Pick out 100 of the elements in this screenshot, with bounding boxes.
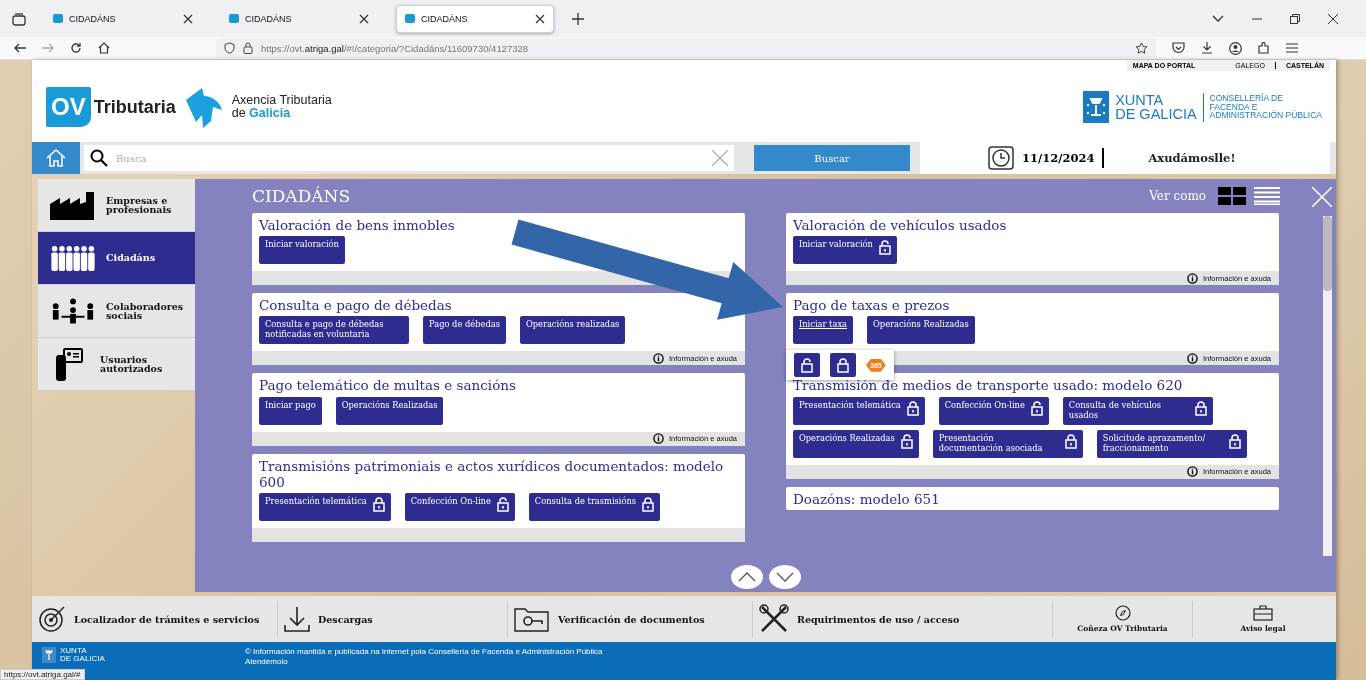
service-button[interactable]: Presentación documentación asociada [932, 429, 1083, 458]
sidebar-item[interactable]: Usuarios autorizados [38, 338, 195, 391]
open-padlock-icon [801, 357, 813, 373]
footer-link[interactable]: Localizador de trámites e servicios [32, 601, 278, 637]
favicon-icon [53, 14, 63, 23]
sidebar-item[interactable]: Colaboradores sociais [38, 285, 195, 338]
padlock-icon [1064, 433, 1077, 449]
minimize-icon[interactable] [1252, 17, 1262, 20]
padlock-icon [906, 400, 919, 416]
service-button[interactable]: Iniciar pago [259, 396, 322, 425]
locked-button[interactable] [830, 353, 856, 378]
tools-icon [759, 604, 789, 634]
card-title: Valoración de vehículos usados [792, 216, 1008, 235]
close-icon[interactable] [183, 13, 193, 24]
padlock-icon [837, 357, 849, 373]
card-title: Pago telemático de multas e sancións [258, 376, 517, 396]
service-button[interactable]: Consulta e pago de débedas notificadas en voluntaria [259, 316, 409, 345]
xunta-name: XUNTA [60, 647, 88, 655]
padlock-icon [1228, 433, 1241, 449]
account-icon[interactable] [1229, 41, 1242, 55]
status-url-tooltip: https://ovt.atriga.gal/# [0, 669, 85, 680]
padlock-icon [243, 42, 253, 54]
footer-link[interactable]: Descargas [278, 601, 508, 637]
date-text: 11/12/2024 [1022, 151, 1095, 165]
briefcase-icon [1253, 605, 1273, 621]
home-icon[interactable] [98, 42, 110, 54]
folder-key-icon [514, 606, 550, 632]
service-button[interactable]: Solicitude aprazamento/ fraccionamento [1096, 429, 1247, 458]
xunta-name: DE GALICIA [60, 655, 105, 663]
arrow-logo-icon [183, 86, 224, 128]
service-button[interactable]: Operacións Realizadas [335, 396, 444, 425]
close-icon[interactable] [535, 13, 545, 24]
url-text: https://ovt.atriga.gal/#!/categoria/?Cidadáns/11609730/4127328 [261, 42, 529, 54]
back-icon[interactable] [14, 43, 26, 53]
download-icon [284, 606, 310, 632]
service-button[interactable]: Confección On-line [404, 492, 515, 521]
copyright-text: © Información mantida e publicada na internet pola Consellería de Facenda e Administración Pública [244, 647, 603, 658]
close-icon[interactable] [359, 13, 369, 24]
card-title: Pago de taxas e prezos [792, 296, 951, 316]
target-icon [38, 605, 66, 633]
service-button[interactable]: Pago de débedas [423, 316, 506, 345]
service-button[interactable]: Consulta de vehículos usados [1062, 396, 1213, 425]
search-box[interactable]: Busca [84, 145, 734, 171]
footer-link[interactable]: Verificación de documentos [508, 601, 753, 637]
department-name: CONSELLERÍA DE FACENDA E ADMINISTRACIÓN PÚBLICA [1209, 93, 1322, 121]
scroll-down-button[interactable] [768, 565, 801, 589]
help-link[interactable]: Axudámoslle! [1148, 151, 1236, 165]
scroll-up-button[interactable] [730, 565, 763, 589]
search-icon [90, 149, 108, 167]
clock-icon [988, 146, 1014, 170]
service-button[interactable]: Presentación telemática [259, 492, 391, 521]
search-button[interactable]: Buscar [754, 145, 910, 171]
info-icon [653, 433, 665, 445]
service-button[interactable]: Operacións Realizadas [867, 316, 975, 345]
xunta-name: DE GALICIA [1115, 107, 1197, 122]
service-button[interactable]: Presentación telemática [793, 396, 925, 425]
scrollbar-thumb[interactable] [1323, 216, 1332, 291]
service-button[interactable]: Consulta de trasmisións [528, 492, 661, 521]
xunta-name: XUNTA [1115, 92, 1165, 107]
sidebar-item[interactable]: Cidadáns [38, 232, 195, 285]
chevron-down-icon[interactable] [1212, 14, 1224, 23]
info-icon [653, 352, 665, 364]
service-button[interactable]: Iniciar valoración [259, 236, 345, 265]
panel-title: CIDADÁNS [252, 186, 351, 206]
card-title: Consulta e pago de débedas [258, 296, 453, 316]
sidebar-item[interactable]: Empresas e profesionais [38, 179, 195, 232]
pocket-icon[interactable] [1172, 42, 1185, 54]
service-button[interactable]: Operacións realizadas [519, 316, 626, 345]
browser-tab[interactable]: CIDADÁNS [396, 4, 554, 33]
list-view-icon[interactable] [1254, 187, 1280, 205]
star-icon[interactable] [1135, 41, 1148, 55]
unlocked-button[interactable] [794, 353, 820, 378]
open-padlock-icon [496, 496, 509, 512]
service-button[interactable]: Operacións Realizadas [793, 429, 919, 458]
grid-view-icon[interactable] [1218, 187, 1246, 205]
people-icon [50, 243, 96, 273]
download-icon[interactable] [1201, 42, 1213, 54]
reload-icon[interactable] [70, 42, 82, 54]
favicon-icon [229, 14, 239, 23]
service-button[interactable]: Confección On-line [938, 396, 1049, 425]
close-icon[interactable] [1328, 13, 1338, 24]
menu-icon[interactable] [1286, 43, 1298, 53]
info-icon [1187, 272, 1199, 284]
service-button[interactable]: Iniciar taxa [793, 316, 854, 345]
padlock-icon [1194, 400, 1207, 416]
card-title: Transmisión de medios de transporte usado: modelo 620 [792, 376, 1184, 396]
home-button[interactable] [32, 142, 80, 174]
info-icon [1187, 466, 1199, 478]
service-button[interactable]: Iniciar valoración [793, 236, 897, 265]
shield-icon [224, 42, 235, 54]
agency-name: Axencia Tributaria [231, 93, 332, 107]
restore-icon[interactable] [1290, 13, 1300, 24]
address-bar[interactable]: https://ovt.atriga.gal/#!/categoria/?Cidadáns/11609730/4127328 [216, 38, 1156, 58]
new-tab-icon[interactable] [572, 12, 584, 25]
padlock-icon [372, 496, 385, 512]
extensions-icon[interactable] [1258, 42, 1270, 54]
agency-name: de Galicia [231, 107, 292, 121]
contact-link[interactable]: Atendémolo [244, 657, 603, 668]
tab-list-icon[interactable] [12, 11, 26, 26]
footer-link[interactable]: Requirimentos de uso / acceso [753, 601, 1053, 637]
